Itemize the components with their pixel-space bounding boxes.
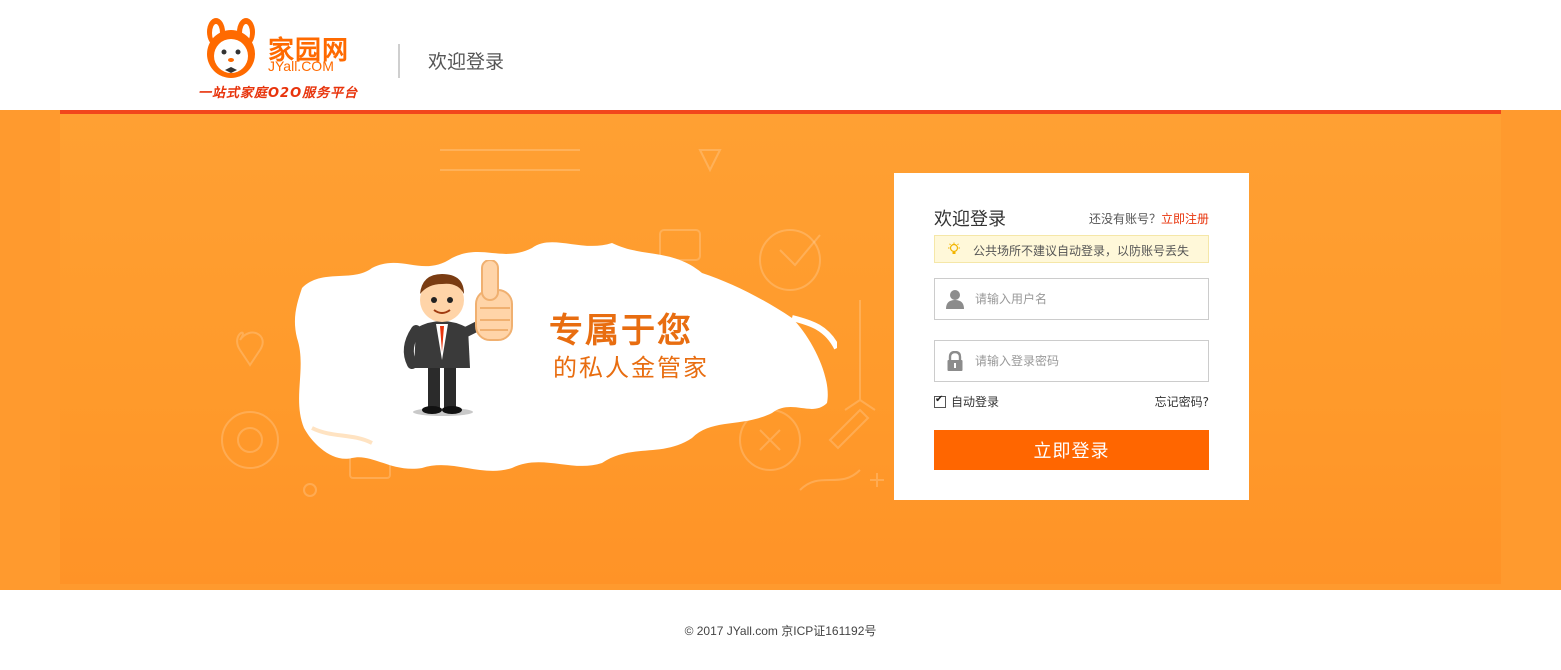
- logo-slogan: 一站式家庭O2O服务平台: [198, 86, 359, 101]
- page-title: 欢迎登录: [428, 51, 505, 73]
- site-logo[interactable]: 家园网 JYall.COM 一站式家庭O2O服务平台: [198, 18, 363, 101]
- register-prompt: 还没有账号？立即注册: [1089, 210, 1209, 227]
- lightbulb-icon: [948, 242, 960, 254]
- security-tip: 公共场所不建议自动登录，以防账号丢失: [934, 235, 1209, 263]
- site-header: 家园网 JYall.COM 一站式家庭O2O服务平台 欢迎登录: [0, 0, 1561, 110]
- header-divider: [398, 44, 400, 78]
- login-title: 欢迎登录: [934, 209, 1006, 230]
- lock-icon: [947, 351, 963, 371]
- mascot-thumbs-up: [403, 260, 513, 416]
- password-field: [934, 340, 1209, 382]
- username-input[interactable]: [975, 279, 1203, 319]
- login-panel: 欢迎登录 还没有账号？立即注册 公共场所不建议自动登录，以防账号丢失 自动登录 …: [894, 173, 1249, 500]
- logo-english-name: JYall.COM: [268, 58, 334, 74]
- banner-slogan-line1: 专属于您: [549, 311, 693, 351]
- auto-login-label: 自动登录: [951, 395, 1000, 409]
- login-button[interactable]: 立即登录: [934, 430, 1209, 470]
- rabbit-logo-icon: [207, 18, 255, 78]
- register-link[interactable]: 立即注册: [1161, 212, 1209, 226]
- tip-text: 公共场所不建议自动登录，以防账号丢失: [973, 244, 1190, 258]
- banner-slogan-line2: 的私人金管家: [553, 354, 709, 382]
- auto-login-checkbox[interactable]: [934, 394, 946, 408]
- footer-copyright: © 2017 JYall.com 京ICP证161192号: [684, 624, 877, 638]
- username-field: [934, 278, 1209, 320]
- no-account-text: 还没有账号？: [1088, 212, 1161, 226]
- promo-banner: 专属于您 的私人金管家: [0, 110, 1561, 590]
- auto-login-option[interactable]: 自动登录: [934, 393, 999, 410]
- user-icon: [946, 290, 964, 309]
- password-input[interactable]: [975, 341, 1203, 381]
- forgot-password-link[interactable]: 忘记密码?: [1155, 393, 1209, 410]
